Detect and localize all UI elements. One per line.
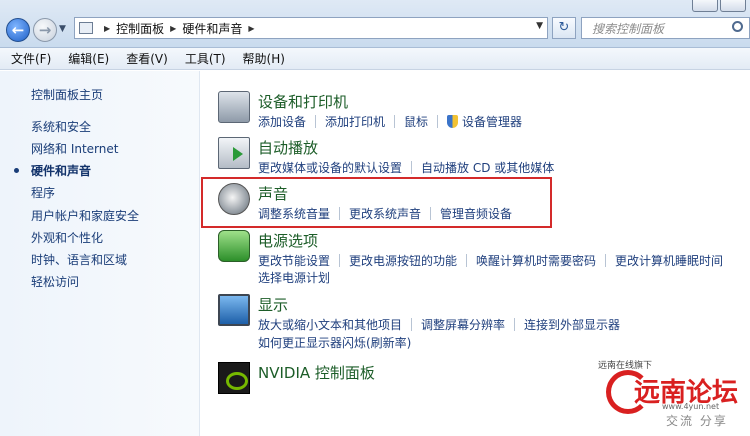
section-links: 添加设备 添加打印机 鼠标 设备管理器 xyxy=(258,113,522,130)
navigation-pane: 控制面板主页 系统和安全 网络和 Internet 硬件和声音 程序 用户帐户和… xyxy=(0,71,200,436)
section-title[interactable]: 自动播放 xyxy=(258,137,318,158)
chevron-right-icon[interactable]: ▶ xyxy=(104,24,110,33)
control-panel-icon xyxy=(79,22,93,34)
section-links: 更改媒体或设备的默认设置 自动播放 CD 或其他媒体 xyxy=(258,159,554,176)
link-power-saving[interactable]: 更改节能设置 xyxy=(258,252,330,269)
link-wake-password[interactable]: 唤醒计算机时需要密码 xyxy=(476,252,596,269)
link-power-buttons[interactable]: 更改电源按钮的功能 xyxy=(349,252,457,269)
shield-icon xyxy=(447,115,459,128)
link-device-manager[interactable]: 设备管理器 xyxy=(462,113,522,130)
menu-tools[interactable]: 工具(T) xyxy=(185,50,226,67)
link-mouse[interactable]: 鼠标 xyxy=(404,113,428,130)
section-title[interactable]: NVIDIA 控制面板 xyxy=(258,362,375,383)
link-fix-flicker[interactable]: 如何更正显示器闪烁(刷新率) xyxy=(258,334,411,351)
window-controls xyxy=(692,0,746,12)
link-change-sounds[interactable]: 更改系统声音 xyxy=(349,205,421,222)
sidebar-item-clock-region[interactable]: 时钟、语言和区域 xyxy=(31,251,127,268)
breadcrumb-hardware-sound[interactable]: 硬件和声音 xyxy=(182,20,242,37)
divider xyxy=(394,115,396,128)
divider xyxy=(339,207,341,220)
link-autoplay-cd[interactable]: 自动播放 CD 或其他媒体 xyxy=(421,159,554,176)
address-toolbar: ← → ▼ ▶ 控制面板 ▶ 硬件和声音 ▶ ▼ ↻ 搜索控制面板 xyxy=(0,0,750,48)
recent-pages-dropdown[interactable]: ▼ xyxy=(59,24,66,34)
refresh-button[interactable]: ↻ xyxy=(552,17,576,39)
section-title[interactable]: 电源选项 xyxy=(258,230,318,251)
divider xyxy=(430,207,432,220)
menu-view[interactable]: 查看(V) xyxy=(126,50,168,67)
divider xyxy=(339,254,341,267)
search-placeholder: 搜索控制面板 xyxy=(592,21,665,36)
link-add-device[interactable]: 添加设备 xyxy=(258,113,306,130)
divider xyxy=(411,318,413,331)
link-change-media-defaults[interactable]: 更改媒体或设备的默认设置 xyxy=(258,159,402,176)
active-bullet-icon xyxy=(14,168,19,173)
power-icon[interactable] xyxy=(218,230,250,262)
sidebar-item-ease-of-access[interactable]: 轻松访问 xyxy=(31,273,79,290)
menu-help[interactable]: 帮助(H) xyxy=(243,50,285,67)
section-title[interactable]: 声音 xyxy=(258,183,288,204)
link-choose-power-plan[interactable]: 选择电源计划 xyxy=(258,269,330,286)
link-external-display[interactable]: 连接到外部显示器 xyxy=(524,316,620,333)
divider xyxy=(466,254,468,267)
forum-watermark: 远南在线旗下 远南论坛 www.4yun.net 交流 分享 xyxy=(598,358,748,434)
link-adjust-volume[interactable]: 调整系统音量 xyxy=(258,205,330,222)
divider xyxy=(411,161,413,174)
nvidia-icon[interactable] xyxy=(218,362,250,394)
link-add-printer[interactable]: 添加打印机 xyxy=(325,113,385,130)
forward-button[interactable]: → xyxy=(33,18,57,42)
maximize-button[interactable] xyxy=(720,0,746,12)
search-input[interactable]: 搜索控制面板 xyxy=(581,17,750,39)
section-links: 更改节能设置 更改电源按钮的功能 唤醒计算机时需要密码 更改计算机睡眠时间 xyxy=(258,252,723,269)
sidebar-item-hardware-sound[interactable]: 硬件和声音 xyxy=(31,162,91,179)
menu-edit[interactable]: 编辑(E) xyxy=(68,50,109,67)
divider xyxy=(315,115,317,128)
back-button[interactable]: ← xyxy=(6,18,30,42)
section-title[interactable]: 设备和打印机 xyxy=(258,91,348,112)
menu-file[interactable]: 文件(F) xyxy=(11,50,51,67)
sidebar-item-user-accounts[interactable]: 用户帐户和家庭安全 xyxy=(31,207,139,224)
refresh-icon: ↻ xyxy=(558,20,570,35)
watermark-tagline: 远南在线旗下 xyxy=(598,361,653,371)
display-icon[interactable] xyxy=(218,294,250,326)
watermark-url: www.4yun.net xyxy=(662,402,720,411)
link-manage-audio-devices[interactable]: 管理音频设备 xyxy=(440,205,512,222)
address-bar[interactable]: ▶ 控制面板 ▶ 硬件和声音 ▶ ▼ xyxy=(74,17,548,39)
menu-bar: 文件(F) 编辑(E) 查看(V) 工具(T) 帮助(H) xyxy=(0,48,750,70)
watermark-subtitle: 交流 分享 xyxy=(666,414,728,428)
link-screen-resolution[interactable]: 调整屏幕分辨率 xyxy=(421,316,505,333)
breadcrumb-control-panel[interactable]: 控制面板 xyxy=(116,20,164,37)
divider xyxy=(605,254,607,267)
forward-arrow-icon: → xyxy=(38,21,52,39)
chevron-right-icon[interactable]: ▶ xyxy=(170,24,176,33)
section-links: 调整系统音量 更改系统声音 管理音频设备 xyxy=(258,205,512,222)
section-links-row2: 如何更正显示器闪烁(刷新率) xyxy=(258,334,411,351)
speaker-icon[interactable] xyxy=(218,183,250,215)
sidebar-item-programs[interactable]: 程序 xyxy=(31,184,55,201)
divider xyxy=(437,115,439,128)
address-dropdown-icon[interactable]: ▼ xyxy=(536,21,543,31)
section-title[interactable]: 显示 xyxy=(258,294,288,315)
sidebar-item-system-security[interactable]: 系统和安全 xyxy=(31,118,91,135)
minimize-button[interactable] xyxy=(692,0,718,12)
back-arrow-icon: ← xyxy=(11,21,25,39)
sidebar-item-network[interactable]: 网络和 Internet xyxy=(31,140,118,157)
printer-icon[interactable] xyxy=(218,91,250,123)
section-links-row2: 选择电源计划 xyxy=(258,269,330,286)
sidebar-item-home[interactable]: 控制面板主页 xyxy=(31,86,103,103)
chevron-right-icon[interactable]: ▶ xyxy=(248,24,254,33)
link-sleep-time[interactable]: 更改计算机睡眠时间 xyxy=(615,252,723,269)
sidebar-item-appearance[interactable]: 外观和个性化 xyxy=(31,229,103,246)
search-icon[interactable] xyxy=(732,21,743,32)
section-links: 放大或缩小文本和其他项目 调整屏幕分辨率 连接到外部显示器 xyxy=(258,316,620,333)
divider xyxy=(514,318,516,331)
link-text-size[interactable]: 放大或缩小文本和其他项目 xyxy=(258,316,402,333)
autoplay-icon[interactable] xyxy=(218,137,250,169)
